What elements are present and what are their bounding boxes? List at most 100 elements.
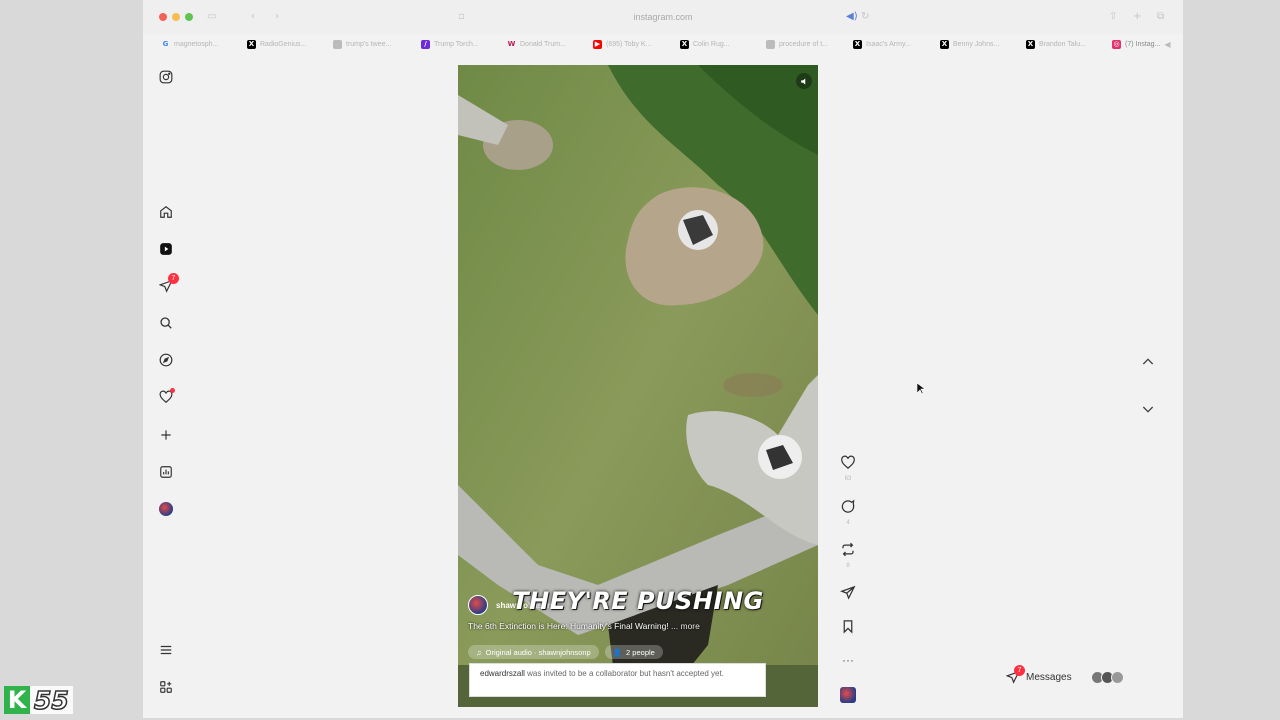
tagged-people-button[interactable]: 👤 2 people [604,645,663,659]
collab-username[interactable]: edwardrszall [480,669,525,678]
comment-count: 4 [846,520,850,526]
tab-bar: G magnetosph... X RadioGenius... trump's… [143,34,1183,54]
tab-overview-icon[interactable]: ⧉ [1157,11,1164,22]
forward-icon[interactable]: › [275,11,279,22]
also-from-meta-icon[interactable] [157,678,175,696]
like-count: 63 [844,476,852,482]
search-icon[interactable] [157,314,175,332]
tab-5[interactable]: W Donald Trum... [507,37,566,51]
notifications-heart-icon[interactable] [157,388,175,406]
message-avatars [1090,670,1124,684]
profile-avatar[interactable] [157,500,175,518]
reels-icon[interactable] [157,240,175,258]
sidebar-toggle-icon[interactable]: ▭ [207,11,216,22]
mouse-cursor-icon [917,383,925,395]
tab-9[interactable]: X Isaac's Army... [853,37,911,51]
messages-bar[interactable]: 7 Messages [1005,665,1124,684]
instagram-icon: ◎ [1112,39,1121,49]
tab-7[interactable]: X Colin Rug... [680,37,730,51]
address-bar[interactable]: instagram.com [603,12,723,22]
insights-chart-icon[interactable] [157,463,175,481]
explore-compass-icon[interactable] [157,351,175,369]
chevron-up-icon [1142,358,1154,365]
comment-button[interactable]: 4 [836,499,860,526]
tab-label: Trump Torch... [434,40,479,48]
tab-label: RadioGenius... [260,40,307,48]
tab-label: trump's twee... [346,40,392,48]
video-overlay-text: THEY'RE PUSHING [512,587,764,615]
tab-4[interactable]: / Trump Torch... [421,37,479,51]
channel-logo: K 55 [4,685,73,715]
more-options-button[interactable]: ··· [836,653,860,667]
messages-badge: 7 [1014,665,1025,676]
reel-video[interactable]: shawnjohnsonp THEY'RE PUSHING The 6th Ex… [458,65,818,707]
ellipsis-icon: ··· [842,653,854,667]
people-label: 2 people [626,647,655,657]
caption-more-link[interactable]: ... more [671,621,700,631]
new-tab-icon[interactable]: + [1133,11,1141,22]
caption-text: The 6th Extinction is Here: Humanity's F… [468,621,669,631]
tab-10[interactable]: X Benny Johns... [940,37,999,51]
repost-count: 8 [846,563,850,569]
tab-label: (7) Instag... [1125,40,1161,48]
notification-badge: 7 [168,273,179,284]
substack-icon: / [421,39,430,49]
save-button[interactable] [836,619,860,639]
tab-2[interactable]: X RadioGenius... [247,37,306,51]
privacy-report-icon[interactable]: ▫ [458,11,465,22]
mute-toggle-button[interactable] [796,73,812,89]
share-button[interactable] [836,585,860,605]
channel-letter: K [4,686,30,714]
more-menu-icon[interactable] [157,641,175,659]
original-audio-link[interactable]: ♫ Original audio · shawnjohnsonp [468,645,599,659]
tab-label: Colin Rug... [693,40,730,48]
tab-label: Benny Johns... [953,40,1000,48]
direct-messages-icon[interactable]: 7 [157,273,179,295]
youtube-icon: ▶ [593,39,602,49]
next-reel-button[interactable] [1140,401,1156,417]
browser-titlebar: ▭ ‹ › ▫ instagram.com ◀) ↻ ⇧ + ⧉ [143,0,1183,34]
reel-caption: The 6th Extinction is Here: Humanity's F… [468,621,700,631]
tab-11[interactable]: X Brandon Talu... [1026,37,1086,51]
minimize-window-button[interactable] [172,13,180,21]
collab-message: was invited to be a collaborator but has… [527,669,724,678]
tab-1[interactable]: G magnetosph... [161,37,219,51]
reload-icon[interactable]: ↻ [861,11,869,22]
tab-label: (695) Toby K... [606,40,652,48]
repost-button[interactable]: 8 [836,542,860,569]
x-icon: X [247,39,256,49]
share-icon[interactable]: ⇧ [1109,11,1117,22]
instagram-nav: 7 [143,54,193,718]
audio-playing-icon[interactable]: ◀) [846,11,858,22]
tab-12-active[interactable]: ◎ (7) Instag... ◀ [1112,37,1171,51]
audio-label: Original audio · shawnjohnsonp [485,647,591,657]
tab-label: procedure of t... [779,40,829,48]
previous-reel-button[interactable] [1140,354,1156,370]
audio-row: ♫ Original audio · shawnjohnsonp 👤 2 peo… [468,645,663,659]
collaborator-notice: edwardrszall was invited to be a collabo… [469,663,766,697]
chevron-down-icon [1142,406,1154,413]
create-plus-icon[interactable] [157,426,175,444]
repost-icon [842,542,854,557]
audio-thumbnail[interactable] [836,687,860,708]
person-icon: 👤 [612,647,623,657]
tab-3[interactable]: trump's twee... [333,37,391,51]
tab-audio-icon[interactable]: ◀ [1164,40,1170,49]
instagram-logo-icon[interactable] [157,68,175,86]
google-icon: G [162,40,169,48]
tab-8[interactable]: procedure of t... [766,37,828,51]
tab-label: Donald Trum... [520,40,566,48]
x-icon: X [853,39,862,49]
home-icon[interactable] [157,203,175,221]
bookmark-icon [843,620,853,634]
tab-label: magnetosph... [174,40,219,48]
close-window-button[interactable] [159,13,167,21]
page-icon [333,39,342,49]
back-icon[interactable]: ‹ [251,11,255,22]
send-icon [839,585,856,600]
x-icon: X [680,39,689,49]
like-button[interactable]: 63 [836,455,860,482]
wikipedia-icon: W [507,40,516,48]
zoom-window-button[interactable] [185,13,193,21]
tab-6[interactable]: ▶ (695) Toby K... [593,37,651,51]
